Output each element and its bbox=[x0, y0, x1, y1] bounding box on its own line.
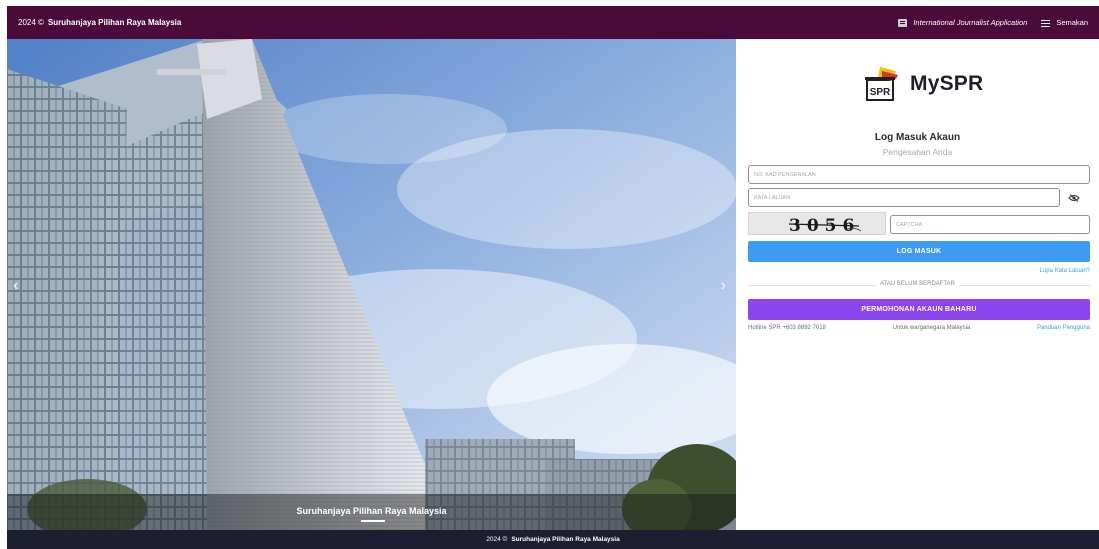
captcha-input[interactable]: CAPTCHA bbox=[890, 215, 1090, 234]
password-input[interactable]: KATA LALUAN bbox=[748, 188, 1060, 207]
hero-carousel: ‹ › Suruhanjaya Pilihan Raya Malaysia bbox=[7, 39, 736, 530]
hero-image bbox=[7, 39, 736, 530]
bottom-bar: 2024 © Suruhanjaya Pilihan Raya Malaysia bbox=[7, 530, 1099, 549]
top-copyright-org: Suruhanjaya Pilihan Raya Malaysia bbox=[47, 18, 182, 27]
svg-text:SPR: SPR bbox=[870, 87, 891, 98]
chevron-left-icon[interactable]: ‹ bbox=[13, 277, 18, 295]
top-copyright-year: 2024 © bbox=[18, 18, 44, 27]
top-copyright: 2024 © Suruhanjaya Pilihan Raya Malaysia bbox=[18, 18, 181, 27]
document-icon bbox=[898, 18, 908, 27]
semakan-label: Semakan bbox=[1056, 18, 1088, 27]
register-account-button[interactable]: PERMOHONAN AKAUN BAHARU bbox=[748, 299, 1090, 320]
hotline-text: Hotline SPR +603 8892 7018 bbox=[748, 325, 826, 331]
ballot-box-icon: SPR bbox=[865, 67, 898, 101]
captcha-placeholder: CAPTCHA bbox=[896, 221, 923, 228]
divider-label: ATAU BELUM BERDAFTAR bbox=[736, 281, 1099, 287]
semakan-link[interactable]: Semakan bbox=[1041, 18, 1088, 27]
captcha-image: 3056 bbox=[748, 212, 886, 236]
login-subtitle: Pengesahan Anda bbox=[882, 147, 953, 157]
hero-caption: Suruhanjaya Pilihan Raya Malaysia bbox=[7, 494, 736, 530]
user-guide-link[interactable]: Panduan Pengguna bbox=[1037, 325, 1090, 331]
eye-slash-icon[interactable] bbox=[1068, 194, 1080, 202]
myspr-logo: SPR MySPR bbox=[862, 65, 983, 103]
top-bar: 2024 © Suruhanjaya Pilihan Raya Malaysia… bbox=[7, 6, 1099, 39]
login-button[interactable]: LOG MASUK bbox=[748, 241, 1090, 262]
forgot-password-link[interactable]: Lupa Kata Laluan? bbox=[1040, 268, 1090, 274]
carousel-indicator[interactable] bbox=[361, 520, 385, 522]
password-placeholder: KATA LALUAN bbox=[754, 194, 791, 201]
journalist-application-label: International Journalist Application bbox=[913, 18, 1028, 27]
ic-number-input[interactable]: NO. KAD PENGENALAN bbox=[748, 165, 1090, 184]
divider-text: ATAU BELUM BERDAFTAR bbox=[875, 281, 959, 287]
hero-caption-text: Suruhanjaya Pilihan Raya Malaysia bbox=[296, 506, 447, 516]
login-title: Log Masuk Akaun bbox=[874, 132, 961, 143]
list-icon bbox=[1041, 19, 1051, 27]
footer-year: 2024 © bbox=[486, 536, 508, 543]
login-footer-row: Hotline SPR +603 8892 7018 Untuk wargane… bbox=[748, 325, 1090, 331]
ic-number-placeholder: NO. KAD PENGENALAN bbox=[754, 171, 816, 178]
journalist-application-link[interactable]: International Journalist Application bbox=[898, 18, 1027, 27]
citizen-note: Untuk warganegara Malaysia bbox=[892, 325, 971, 331]
login-panel: SPR MySPR Log Masuk Akaun Pengesahan And… bbox=[736, 39, 1099, 530]
chevron-right-icon[interactable]: › bbox=[721, 277, 726, 295]
footer-org: Suruhanjaya Pilihan Raya Malaysia bbox=[511, 536, 620, 543]
logo-text: MySPR bbox=[910, 72, 984, 95]
